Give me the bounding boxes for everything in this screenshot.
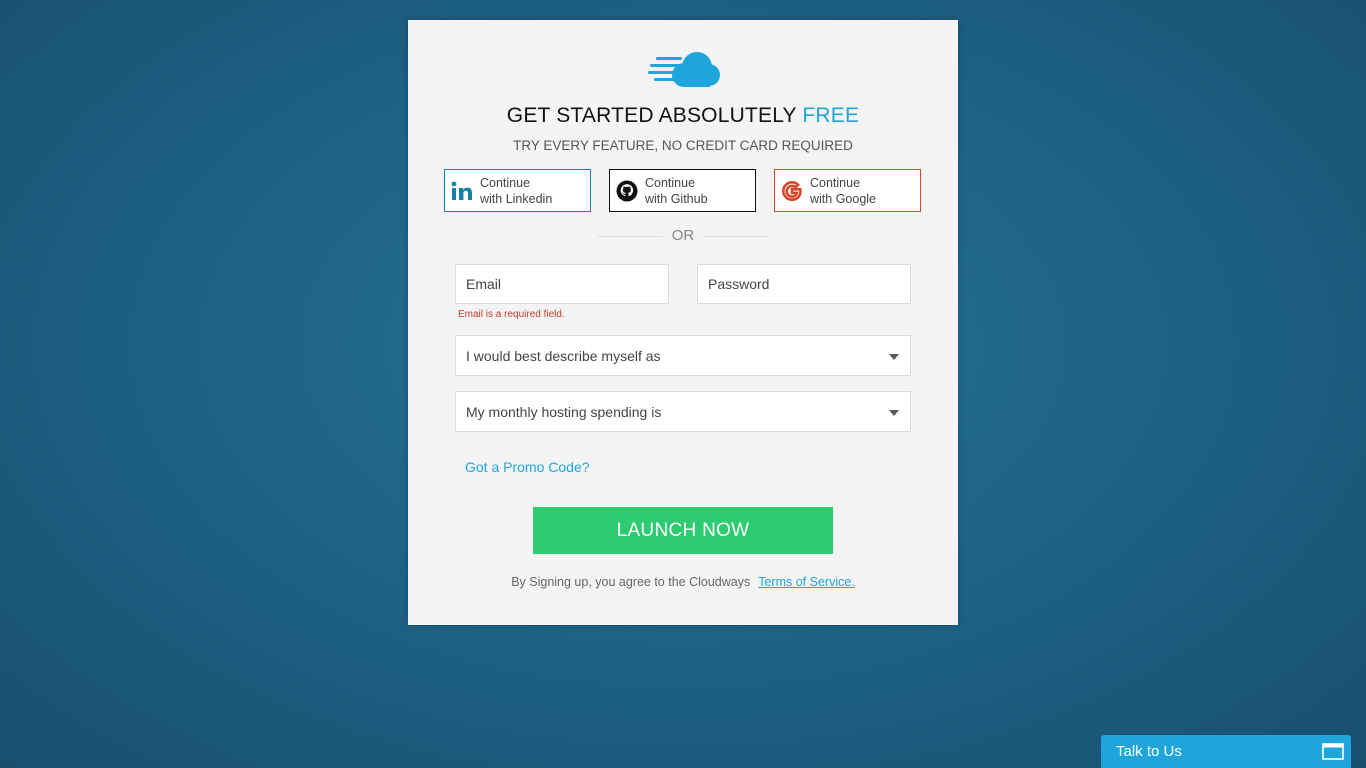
linkedin-line2: with Linkedin	[480, 191, 553, 206]
cloudways-logo-icon	[648, 52, 720, 87]
github-signup-button[interactable]: Continue with Github	[609, 169, 756, 212]
talk-to-us-label: Talk to Us	[1116, 743, 1182, 760]
google-signup-button[interactable]: Continue with Google	[774, 169, 921, 212]
divider-line-left	[598, 236, 663, 237]
google-signup-label: Continue with Google	[809, 175, 876, 207]
page-title: GET STARTED ABSOLUTELY FREE	[408, 104, 958, 128]
launch-now-button[interactable]: LAUNCH NOW	[533, 507, 833, 554]
chevron-down-icon	[889, 354, 899, 360]
or-text: OR	[671, 227, 695, 244]
password-field[interactable]	[697, 264, 911, 304]
divider-line-right	[703, 236, 768, 237]
google-line1: Continue	[810, 175, 861, 190]
github-icon	[610, 169, 644, 212]
signup-card: GET STARTED ABSOLUTELY FREE TRY EVERY FE…	[408, 20, 958, 625]
role-select-value: I would best describe myself as	[466, 347, 661, 364]
spending-select-value: My monthly hosting spending is	[466, 403, 662, 420]
linkedin-signup-label: Continue with Linkedin	[479, 175, 552, 207]
title-accent: FREE	[802, 104, 860, 127]
title-prefix: GET STARTED ABSOLUTELY	[506, 104, 803, 127]
window-icon	[1322, 743, 1344, 760]
chevron-down-icon	[889, 410, 899, 416]
or-divider: OR	[598, 227, 768, 245]
terms-notice: By Signing up, you agree to the Cloudway…	[408, 575, 958, 589]
role-select[interactable]: I would best describe myself as	[455, 335, 911, 376]
linkedin-line1: Continue	[480, 175, 531, 190]
promo-code-link[interactable]: Got a Promo Code?	[465, 459, 590, 475]
terms-text: By Signing up, you agree to the Cloudway…	[511, 575, 751, 589]
email-error-message: Email is a required field.	[458, 309, 565, 320]
page-subtitle: TRY EVERY FEATURE, NO CREDIT CARD REQUIR…	[513, 138, 853, 153]
google-line2: with Google	[810, 191, 877, 206]
github-line1: Continue	[645, 175, 696, 190]
spending-select[interactable]: My monthly hosting spending is	[455, 391, 911, 432]
linkedin-signup-button[interactable]: Continue with Linkedin	[444, 169, 591, 212]
linkedin-icon	[445, 169, 479, 212]
github-signup-label: Continue with Github	[644, 175, 708, 207]
talk-to-us-chat-button[interactable]: Talk to Us	[1101, 735, 1351, 768]
terms-of-service-link[interactable]: Terms of Service.	[758, 575, 855, 589]
github-line2: with Github	[645, 191, 708, 206]
google-icon	[775, 169, 809, 212]
email-field[interactable]	[455, 264, 669, 304]
